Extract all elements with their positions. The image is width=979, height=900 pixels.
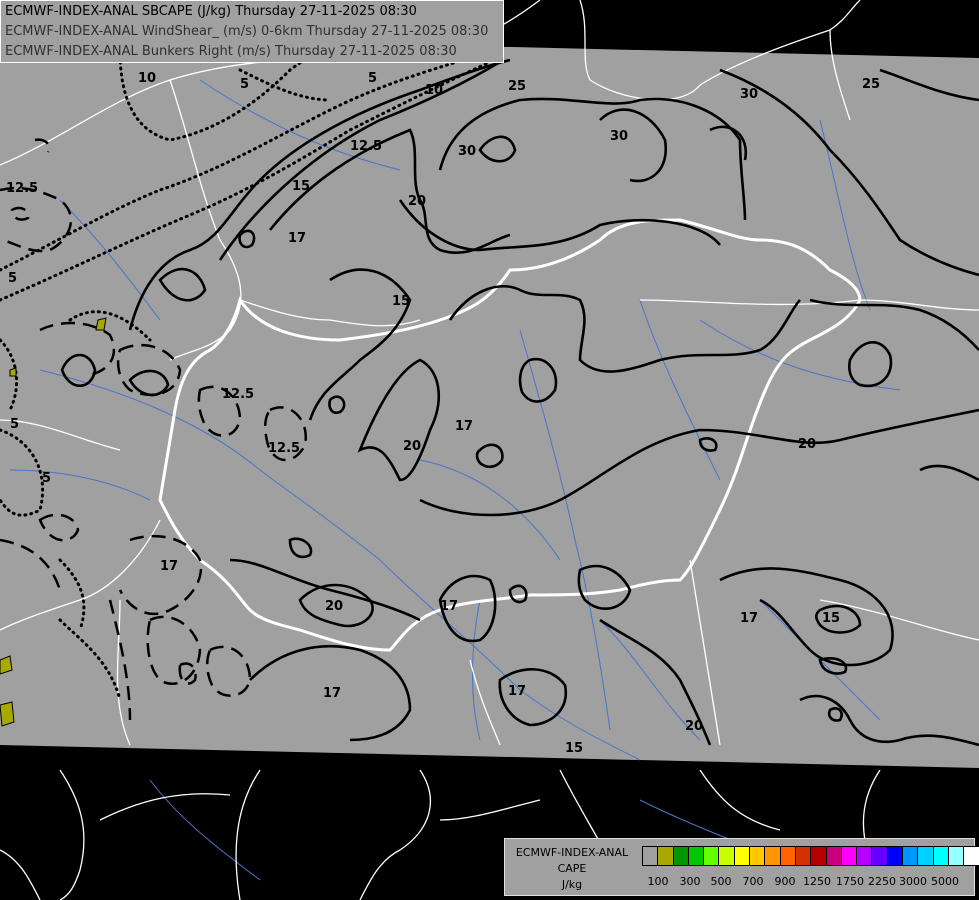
legend-tick-label: 900 (774, 875, 796, 888)
legend-swatch (871, 846, 888, 866)
legend-swatches (642, 846, 979, 866)
contour-label: 10 (425, 83, 443, 98)
contour-label: 25 (862, 77, 880, 92)
contour-label: 17 (740, 611, 758, 626)
contour-label: 17 (160, 559, 178, 574)
legend-swatch (856, 846, 873, 866)
contour-label: 5 (42, 471, 51, 486)
contour-label: 17 (440, 599, 458, 614)
legend-tick-label: 5000 (931, 875, 959, 888)
legend-swatch (749, 846, 766, 866)
legend-swatch (672, 846, 689, 866)
title-windshear: ECMWF-INDEX-ANAL WindShear_ (m/s) 0-6km … (5, 24, 489, 39)
contour-label: 20 (325, 599, 343, 614)
legend-swatch (764, 846, 781, 866)
legend-swatch (917, 846, 934, 866)
contour-label: 17 (508, 684, 526, 699)
contour-label: 30 (610, 129, 628, 144)
contour-label: 5 (8, 271, 17, 286)
legend-swatch (733, 846, 751, 866)
contour-label: 12.5 (6, 181, 38, 196)
map-title-box: ECMWF-INDEX-ANAL SBCAPE (J/kg) Thursday … (0, 0, 504, 63)
legend-ticks: 100 300 500 700 900 1250 1750 2250 3000 5000 (505, 875, 976, 889)
contour-label: 20 (408, 194, 426, 209)
legend-swatch (794, 846, 812, 866)
contour-label: 10 (138, 71, 156, 86)
contour-label: 12.5 (268, 441, 300, 456)
legend-swatch (687, 846, 705, 866)
contour-label: 25 (508, 79, 526, 94)
contour-label: 5 (10, 417, 19, 432)
legend-swatch (779, 846, 796, 866)
legend-tick-label: 2250 (868, 875, 896, 888)
contour-label: 30 (458, 144, 476, 159)
legend-swatch (657, 846, 674, 866)
legend-swatch (718, 846, 735, 866)
contour-label: 20 (403, 439, 421, 454)
cape-legend: ECMWF-INDEX-ANAL CAPE J/kg 100 300 500 700 9… (504, 838, 979, 896)
contour-label: 20 (798, 437, 816, 452)
contour-label: 5 (368, 71, 377, 86)
contour-label: 15 (292, 179, 310, 194)
contour-label: 17 (288, 231, 306, 246)
title-sbcape: ECMWF-INDEX-ANAL SBCAPE (J/kg) Thursday … (5, 4, 417, 19)
legend-tick-label: 3000 (899, 875, 927, 888)
legend-swatch (947, 846, 965, 866)
contour-label: 15 (565, 741, 583, 756)
legend-tick-label: 300 (679, 875, 701, 888)
legend-swatch (902, 846, 919, 866)
legend-swatch (963, 846, 979, 866)
legend-tick-label: 1750 (836, 875, 864, 888)
legend-tick-label: 100 (647, 875, 669, 888)
contour-label: 30 (740, 87, 758, 102)
weather-map: 10 5 5 12.5 5 10 12.5 15 25 30 30 30 25 … (0, 0, 979, 900)
legend-swatch (840, 846, 858, 866)
legend-tick-label: 700 (742, 875, 764, 888)
legend-swatch (810, 846, 827, 866)
legend-swatch (642, 846, 659, 866)
contour-label: 15 (822, 611, 840, 626)
legend-swatch (886, 846, 904, 866)
contour-label: 12.5 (222, 387, 254, 402)
contour-label: 12.5 (350, 139, 382, 154)
contour-label: 17 (455, 419, 473, 434)
legend-swatch (932, 846, 949, 866)
legend-tick-label: 500 (710, 875, 732, 888)
contour-label: 15 (392, 294, 410, 309)
contour-label: 5 (240, 77, 249, 92)
contour-label: 20 (685, 719, 703, 734)
legend-tick-label: 1250 (803, 875, 831, 888)
legend-model: ECMWF-INDEX-ANAL (515, 846, 629, 859)
contour-label: 17 (323, 686, 341, 701)
title-bunkers: ECMWF-INDEX-ANAL Bunkers Right (m/s) Thu… (5, 44, 457, 59)
legend-swatch (825, 846, 842, 866)
legend-swatch (703, 846, 720, 866)
